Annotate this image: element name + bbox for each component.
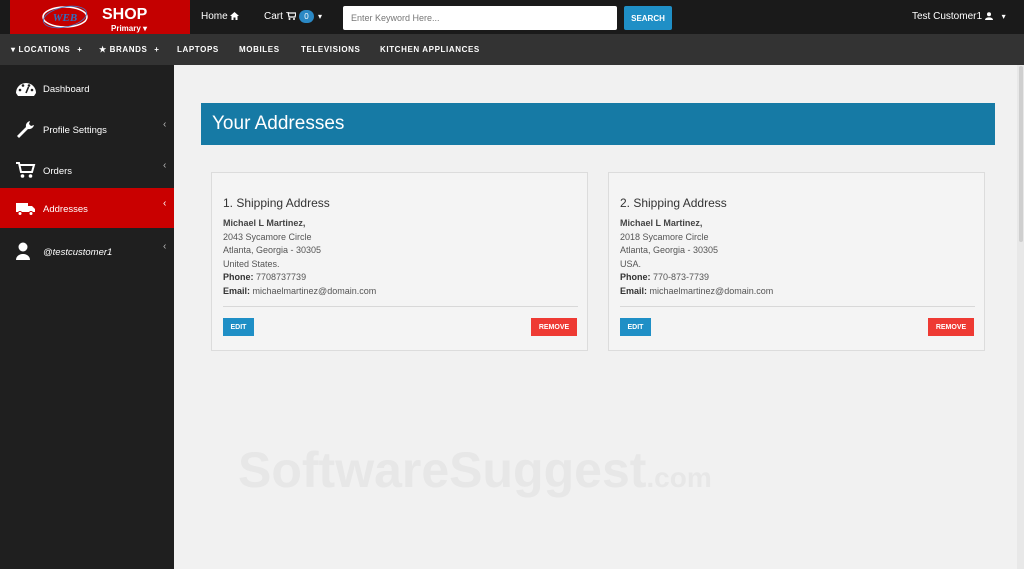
email-label: Email: [223,286,251,296]
dashboard-icon [16,83,36,96]
email-value: michaelmartinez@domain.com [252,286,377,296]
phone-value: 7708737739 [256,272,307,282]
address-title: 1. Shipping Address [223,196,330,210]
category-kitchen-appliances[interactable]: KITCHEN APPLIANCES [380,45,480,54]
email-value: michaelmartinez@domain.com [649,286,774,296]
search-input[interactable] [343,6,617,30]
category-locations[interactable]: ▾ LOCATIONS + [11,45,82,54]
category-label: BRANDS [109,45,148,54]
chevron-left-icon: ‹ [163,160,167,171]
cart-icon [16,162,36,178]
scrollbar-thumb[interactable] [1019,66,1023,242]
remove-button[interactable]: REMOVE [928,318,974,336]
map-pin-icon: ▾ [143,24,148,33]
brand-name: SHOP [102,6,148,23]
chevron-left-icon: ‹ [163,119,167,130]
chevron-left-icon: ‹ [163,241,167,252]
address-country: United States. [223,259,280,269]
plus-icon: + [154,45,160,54]
home-link[interactable]: Home [201,11,240,22]
phone-label: Phone: [223,272,254,282]
category-brands[interactable]: ★ BRANDS + [99,45,160,54]
address-name: Michael L Martinez, [223,218,306,228]
sidebar-item-addresses[interactable]: Addresses ‹ [0,188,174,228]
address-city: Atlanta, Georgia - 30305 [223,245,322,255]
edit-button[interactable]: EDIT [620,318,651,336]
search-button[interactable]: SEARCH [624,6,672,30]
sidebar-item-username[interactable]: @testcustomer1 ‹ [0,231,174,271]
user-icon [984,12,993,20]
watermark-suffix: .com [646,462,712,493]
watermark: SoftwareSuggest.com [238,441,712,499]
star-icon: ★ [99,45,107,54]
remove-button[interactable]: REMOVE [531,318,577,336]
user-icon [16,242,30,260]
cart-icon [285,11,297,20]
plus-icon: + [77,45,83,54]
address-city: Atlanta, Georgia - 30305 [620,245,719,255]
cart-label: Cart [264,11,283,22]
sidebar-item-label: Dashboard [43,84,90,95]
chevron-down-icon[interactable]: ▾ [318,12,322,21]
category-mobiles[interactable]: MOBILES [239,45,280,54]
user-menu[interactable]: Test Customer1 ▾ [912,11,1006,22]
sidebar-item-label: @testcustomer1 [43,247,113,258]
address-title: 2. Shipping Address [620,196,727,210]
category-televisions[interactable]: TELEVISIONS [301,45,361,54]
watermark-text: SoftwareSuggest [238,442,647,498]
phone-label: Phone: [620,272,651,282]
address-phone: Phone: 770-873-7739 [620,272,709,282]
chevron-left-icon: ‹ [163,198,167,209]
category-bar: ▾ LOCATIONS + ★ BRANDS + LAPTOPS MOBILES… [0,34,1024,65]
sidebar: Dashboard Profile Settings ‹ Orders ‹ Ad… [0,65,174,569]
chevron-down-icon: ▾ [1001,12,1006,21]
cart-count-badge: 0 [299,10,314,23]
home-label: Home [201,11,228,22]
email-label: Email: [620,286,648,296]
sidebar-item-label: Profile Settings [43,125,107,136]
address-name: Michael L Martinez, [620,218,703,228]
category-label: LOCATIONS [18,45,71,54]
sidebar-item-orders[interactable]: Orders ‹ [0,150,174,190]
category-laptops[interactable]: LAPTOPS [177,45,219,54]
top-navbar: WEB SHOP Primary ▾ Home Cart 0 ▾ SEARCH … [0,0,1024,34]
logo[interactable]: WEB SHOP Primary ▾ [10,0,190,34]
user-name: Test Customer1 [912,11,983,22]
address-card: 1. Shipping Address Michael L Martinez, … [211,172,588,351]
sidebar-item-label: Addresses [43,204,88,215]
address-phone: Phone: 7708737739 [223,272,306,282]
divider [620,306,975,307]
address-email: Email: michaelmartinez@domain.com [620,286,773,296]
brand-subtitle: Primary ▾ [111,24,147,33]
map-marker-icon: ▾ [11,45,16,54]
address-card: 2. Shipping Address Michael L Martinez, … [608,172,985,351]
page-header: Your Addresses [201,103,995,145]
sidebar-item-dashboard[interactable]: Dashboard [0,68,174,108]
home-icon [230,12,240,20]
logo-badge-icon: WEB [42,5,88,29]
address-email: Email: michaelmartinez@domain.com [223,286,376,296]
wrench-icon [17,121,34,138]
divider [223,306,578,307]
cart-link[interactable]: Cart [264,11,297,22]
address-street: 2043 Sycamore Circle [223,232,312,242]
phone-value: 770-873-7739 [653,272,710,282]
sidebar-item-profile-settings[interactable]: Profile Settings ‹ [0,109,174,149]
edit-button[interactable]: EDIT [223,318,254,336]
logo-badge-text: WEB [53,12,77,24]
address-street: 2018 Sycamore Circle [620,232,709,242]
truck-icon [16,203,35,216]
address-country: USA. [620,259,642,269]
sidebar-item-label: Orders [43,166,73,177]
page-title: Your Addresses [212,113,345,134]
brand-subtitle-text: Primary [111,24,141,33]
